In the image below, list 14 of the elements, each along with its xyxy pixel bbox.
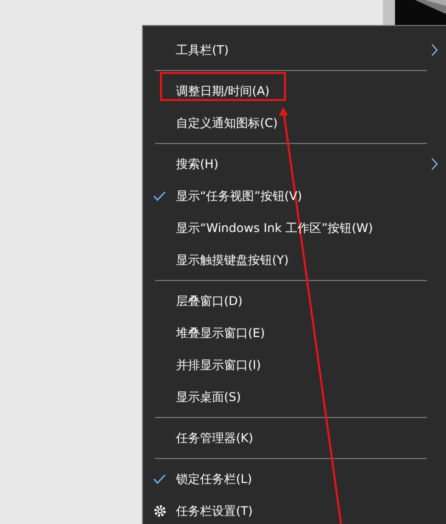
menu-item[interactable]: 并排显示窗口(I) xyxy=(143,349,446,381)
window-edge xyxy=(383,0,395,25)
menu-item[interactable]: 任务栏设置(T) xyxy=(143,495,446,524)
menu-item[interactable]: 工具栏(T) xyxy=(143,34,446,66)
menu-item[interactable]: 层叠窗口(D) xyxy=(143,285,446,317)
menu-item[interactable]: 自定义通知图标(C) xyxy=(143,107,446,139)
menu-item[interactable]: 堆叠显示窗口(E) xyxy=(143,317,446,349)
menu-item[interactable]: 调整日期/时间(A) xyxy=(143,75,446,107)
menu-item[interactable]: 任务管理器(K) xyxy=(143,422,446,454)
menu-item[interactable]: 显示触摸键盘按钮(Y) xyxy=(143,244,446,276)
menu-item[interactable]: 显示桌面(S) xyxy=(143,381,446,413)
menu-item[interactable]: 搜索(H) xyxy=(143,148,446,180)
gear-icon xyxy=(153,504,167,518)
menu-item[interactable]: 锁定任务栏(L) xyxy=(143,463,446,495)
